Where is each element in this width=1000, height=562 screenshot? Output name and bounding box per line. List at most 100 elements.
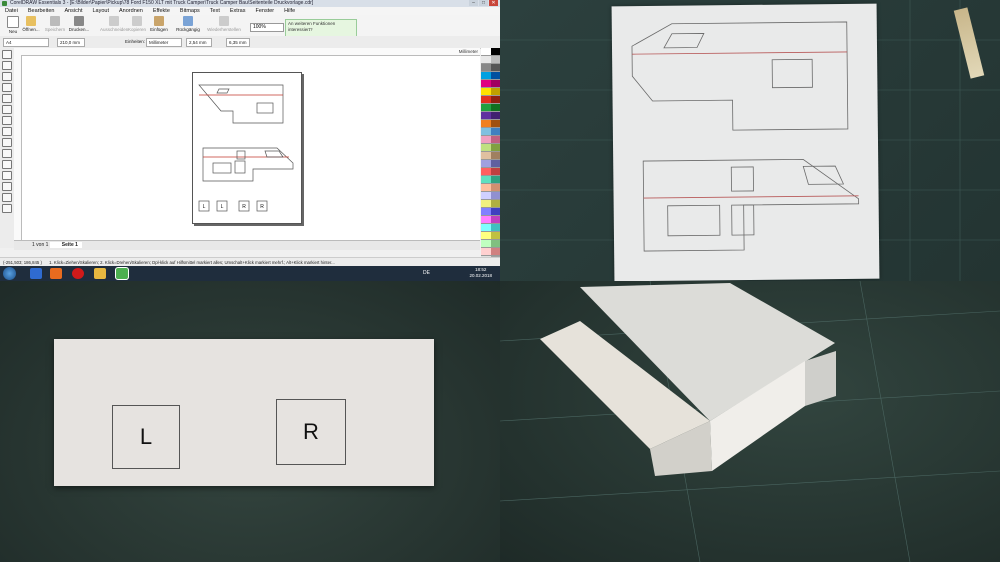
minimize-button[interactable]: – (469, 0, 478, 6)
connector-tool-icon[interactable] (2, 160, 12, 169)
menu-datei[interactable]: Datei (0, 7, 23, 15)
color-swatch[interactable] (490, 48, 500, 56)
color-swatch[interactable] (490, 248, 500, 256)
menu-bearbeiten[interactable]: Bearbeiten (23, 7, 60, 15)
outline-tool-icon[interactable] (2, 193, 12, 202)
color-swatch[interactable] (481, 144, 491, 152)
system-clock[interactable]: 18:52 20.02.2018 (469, 267, 492, 279)
smart-fill-icon[interactable] (2, 94, 12, 103)
color-swatch[interactable] (481, 120, 491, 128)
color-swatch[interactable] (490, 128, 500, 136)
freehand-tool-icon[interactable] (2, 83, 12, 92)
upgrade-tip[interactable]: An weiteren Funktionen interessiert? (285, 19, 357, 37)
maximize-button[interactable]: □ (479, 0, 488, 6)
text-tool-icon[interactable] (2, 149, 12, 158)
color-swatch[interactable] (490, 96, 500, 104)
color-swatch[interactable] (481, 208, 491, 216)
color-swatch[interactable] (490, 88, 500, 96)
language-indicator[interactable]: DE (423, 270, 430, 276)
color-swatch[interactable] (490, 184, 500, 192)
color-swatch[interactable] (481, 240, 491, 248)
menu-hilfe[interactable]: Hilfe (279, 7, 300, 15)
duplicate-x-field[interactable]: 6,35 mm (226, 38, 250, 47)
ie-icon[interactable] (30, 268, 42, 279)
color-palette[interactable] (481, 48, 500, 264)
fill-tool-icon[interactable] (2, 204, 12, 213)
color-swatch[interactable] (481, 232, 491, 240)
color-swatch[interactable] (481, 224, 491, 232)
color-swatch[interactable] (490, 224, 500, 232)
color-swatch[interactable] (490, 64, 500, 72)
color-swatch[interactable] (481, 88, 491, 96)
color-swatch[interactable] (481, 96, 491, 104)
color-swatch[interactable] (490, 56, 500, 64)
explorer-icon[interactable] (94, 268, 106, 279)
page-width-field[interactable]: 210,0 mm (57, 38, 85, 47)
nudge-field[interactable]: 2,54 mm (186, 38, 212, 47)
redo-button[interactable]: Wiederherstellen (206, 16, 242, 32)
print-button[interactable]: Drucken... (68, 16, 90, 32)
eyedropper-icon[interactable] (2, 182, 12, 191)
color-swatch[interactable] (481, 112, 491, 120)
save-button[interactable]: Speichern (44, 16, 66, 32)
color-swatch[interactable] (481, 216, 491, 224)
opera-icon[interactable] (72, 268, 84, 279)
zoom-tool-icon[interactable] (2, 72, 12, 81)
coreldraw-taskbar-icon[interactable] (116, 268, 128, 279)
color-swatch[interactable] (490, 104, 500, 112)
pick-tool-icon[interactable] (2, 50, 12, 59)
color-swatch[interactable] (490, 80, 500, 88)
color-swatch[interactable] (481, 184, 491, 192)
cut-button[interactable]: Ausschneiden (100, 16, 128, 32)
color-swatch[interactable] (481, 192, 491, 200)
menu-layout[interactable]: Layout (88, 7, 115, 15)
color-swatch[interactable] (490, 112, 500, 120)
page-tab[interactable]: Seite 1 (49, 242, 82, 248)
color-swatch[interactable] (481, 160, 491, 168)
color-swatch[interactable] (481, 64, 491, 72)
menu-anordnen[interactable]: Anordnen (114, 7, 148, 15)
rectangle-tool-icon[interactable] (2, 105, 12, 114)
color-swatch[interactable] (490, 216, 500, 224)
menu-bitmaps[interactable]: Bitmaps (175, 7, 205, 15)
color-swatch[interactable] (490, 208, 500, 216)
color-swatch[interactable] (490, 72, 500, 80)
color-swatch[interactable] (481, 200, 491, 208)
color-swatch[interactable] (481, 152, 491, 160)
color-swatch[interactable] (490, 240, 500, 248)
shape-tool-icon[interactable] (2, 61, 12, 70)
menu-ansicht[interactable]: Ansicht (59, 7, 87, 15)
color-swatch[interactable] (481, 176, 491, 184)
color-swatch[interactable] (490, 176, 500, 184)
undo-button[interactable]: Rückgängig (176, 16, 200, 32)
ellipse-tool-icon[interactable] (2, 116, 12, 125)
color-swatch[interactable] (481, 136, 491, 144)
effects-tool-icon[interactable] (2, 171, 12, 180)
paste-button[interactable]: Einfügen (148, 16, 170, 32)
units-select[interactable]: Millimeter (146, 38, 182, 47)
color-swatch[interactable] (481, 56, 491, 64)
color-swatch[interactable] (481, 48, 491, 56)
color-swatch[interactable] (490, 120, 500, 128)
open-button[interactable]: Öffnen... (20, 16, 42, 32)
drawing-canvas[interactable]: L L R R (22, 56, 480, 240)
menu-text[interactable]: Text (205, 7, 225, 15)
color-swatch[interactable] (490, 136, 500, 144)
color-swatch[interactable] (490, 168, 500, 176)
color-swatch[interactable] (481, 72, 491, 80)
page-size-select[interactable]: A4 (3, 38, 49, 47)
basic-shapes-icon[interactable] (2, 138, 12, 147)
color-swatch[interactable] (481, 168, 491, 176)
color-swatch[interactable] (481, 248, 491, 256)
copy-button[interactable]: Kopieren (126, 16, 148, 32)
color-swatch[interactable] (490, 192, 500, 200)
color-swatch[interactable] (490, 232, 500, 240)
menu-effekte[interactable]: Effekte (148, 7, 175, 15)
firefox-icon[interactable] (50, 268, 62, 279)
color-swatch[interactable] (490, 160, 500, 168)
menu-fenster[interactable]: Fenster (250, 7, 279, 15)
polygon-tool-icon[interactable] (2, 127, 12, 136)
color-swatch[interactable] (481, 128, 491, 136)
menu-extras[interactable]: Extras (225, 7, 251, 15)
close-button[interactable]: ✕ (489, 0, 498, 6)
